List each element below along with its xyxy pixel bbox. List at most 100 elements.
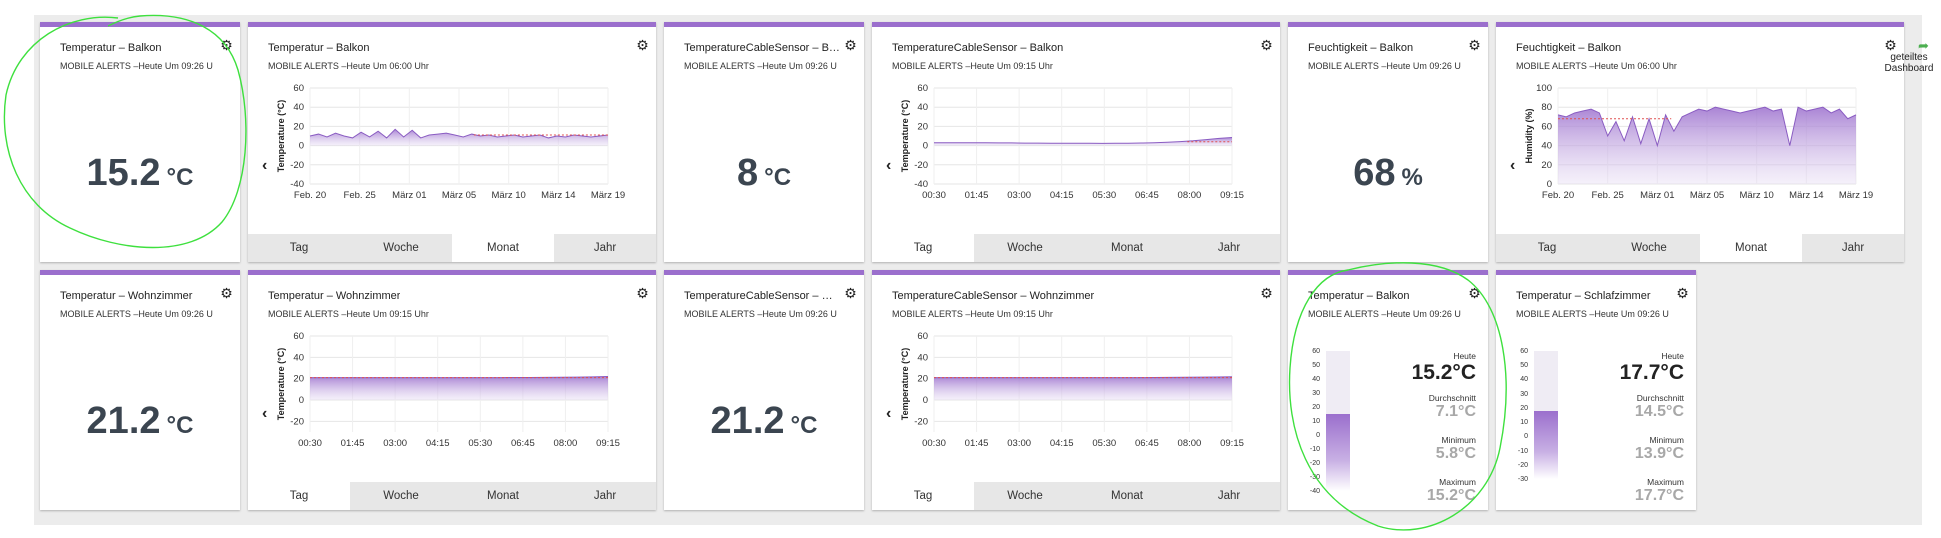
- x-tick-label: 09:15: [596, 438, 620, 449]
- tab-day[interactable]: Tag: [872, 234, 974, 262]
- gauge-tick-label: 50: [1312, 362, 1320, 369]
- tab-week[interactable]: Woche: [974, 482, 1076, 510]
- tab-year[interactable]: Jahr: [1178, 482, 1280, 510]
- current-value: 68%: [1288, 152, 1488, 195]
- stat-value: 15.2°C: [1426, 487, 1476, 504]
- tab-day[interactable]: Tag: [1496, 234, 1598, 262]
- gear-icon[interactable]: ⚙: [1675, 286, 1690, 301]
- y-tick-label: 20: [917, 121, 928, 132]
- card-gauge-schlaf[interactable]: Temperatur – Schlafzimmer MOBILE ALERTS …: [1496, 270, 1696, 510]
- card-title: TemperatureCableSensor – Wohnzimmer: [892, 290, 1095, 302]
- y-tick-label: 20: [917, 374, 928, 385]
- card-title: Temperatur – Balkon: [60, 42, 162, 54]
- gear-icon[interactable]: ⚙: [635, 286, 650, 301]
- tab-year[interactable]: Jahr: [1802, 234, 1904, 262]
- shared-dashboard-label-2: Dashboard: [1884, 63, 1934, 74]
- share-arrow-icon: ➦: [1918, 38, 1929, 53]
- shared-dashboard-label-1: geteiltes: [1890, 52, 1928, 63]
- stat-label: Minimum: [1441, 435, 1476, 445]
- card-hum-balkon-value[interactable]: Feuchtigkeit – Balkon MOBILE ALERTS –Heu…: [1288, 22, 1488, 262]
- x-tick-label: 05:30: [468, 438, 492, 449]
- tab-week[interactable]: Woche: [1598, 234, 1700, 262]
- stat-today: Heute 15.2°C: [1412, 351, 1476, 385]
- tab-month[interactable]: Monat: [452, 234, 554, 262]
- y-tick-label: 40: [917, 102, 928, 113]
- card-temp-balkon-chart[interactable]: Temperatur – Balkon MOBILE ALERTS –Heute…: [248, 22, 656, 262]
- tab-day[interactable]: Tag: [248, 234, 350, 262]
- tab-year[interactable]: Jahr: [554, 234, 656, 262]
- stat-value: 15.2°C: [1411, 361, 1476, 384]
- stat-minimum: Minimum 13.9°C: [1635, 435, 1684, 463]
- tab-month[interactable]: Monat: [1076, 234, 1178, 262]
- y-axis-label: Temperature (°C): [276, 100, 286, 172]
- range-tabs: Tag Woche Monat Jahr: [248, 234, 656, 262]
- y-tick-label: 40: [917, 352, 928, 363]
- stat-value: 5.8°C: [1435, 445, 1476, 462]
- x-tick-label: März 14: [1789, 190, 1823, 201]
- value-number: 8: [736, 152, 759, 194]
- x-tick-label: März 01: [392, 190, 426, 201]
- tab-year[interactable]: Jahr: [1178, 234, 1280, 262]
- gauge-tick-label: 0: [1524, 433, 1528, 441]
- card-cable-wohn-value[interactable]: TemperatureCableSensor – W… MOBILE ALERT…: [664, 270, 864, 510]
- card-subtitle: MOBILE ALERTS –Heute Um 09:26 U: [1516, 309, 1669, 319]
- gear-icon[interactable]: ⚙: [843, 38, 858, 53]
- range-tabs: Tag Woche Monat Jahr: [872, 482, 1280, 510]
- series-area: [310, 376, 608, 400]
- gear-icon[interactable]: ⚙: [1467, 38, 1482, 53]
- shared-dashboard-link[interactable]: ➦ geteiltes Dashboard: [1878, 38, 1940, 74]
- x-tick-label: Feb. 25: [1592, 190, 1624, 201]
- y-tick-label: 0: [1547, 179, 1552, 190]
- tab-month[interactable]: Monat: [452, 482, 554, 510]
- x-tick-label: 06:45: [1135, 190, 1159, 201]
- card-cable-balkon-value[interactable]: TemperatureCableSensor – B… MOBILE ALERT…: [664, 22, 864, 262]
- y-tick-label: 80: [1541, 102, 1552, 113]
- gear-icon[interactable]: ⚙: [1259, 286, 1274, 301]
- current-value: 8 °C: [664, 152, 864, 195]
- stat-average: Durchschnitt 7.1°C: [1429, 393, 1476, 421]
- card-temp-wohn-value[interactable]: Temperatur – Wohnzimmer MOBILE ALERTS –H…: [40, 270, 240, 510]
- y-tick-label: 60: [917, 83, 928, 94]
- value-unit: °C: [166, 164, 194, 191]
- gauge-tick-label: -40: [1309, 488, 1320, 495]
- gear-icon[interactable]: ⚙: [843, 286, 858, 301]
- value-unit: °C: [790, 412, 818, 439]
- x-tick-label: 08:00: [554, 438, 578, 449]
- card-cable-balkon-chart[interactable]: TemperatureCableSensor – Balkon MOBILE A…: [872, 22, 1280, 262]
- stat-maximum: Maximum 17.7°C: [1635, 477, 1684, 505]
- gear-icon[interactable]: ⚙: [1467, 286, 1482, 301]
- tab-month[interactable]: Monat: [1076, 482, 1178, 510]
- tab-day[interactable]: Tag: [872, 482, 974, 510]
- value-unit: °C: [764, 164, 792, 191]
- y-tick-label: 20: [1541, 160, 1552, 171]
- gauge-tick-label: 60: [1312, 348, 1320, 355]
- card-gauge-balkon[interactable]: Temperatur – Balkon MOBILE ALERTS –Heute…: [1288, 270, 1488, 510]
- gear-icon[interactable]: ⚙: [635, 38, 650, 53]
- tab-week[interactable]: Woche: [350, 234, 452, 262]
- card-title: Temperatur – Wohnzimmer: [268, 290, 401, 302]
- stat-label: Maximum: [1439, 477, 1476, 487]
- tab-week[interactable]: Woche: [974, 234, 1076, 262]
- tab-month[interactable]: Monat: [1700, 234, 1802, 262]
- y-tick-label: 60: [917, 331, 928, 342]
- y-tick-label: 40: [1541, 141, 1552, 152]
- stat-label: Maximum: [1647, 477, 1684, 487]
- tab-day[interactable]: Tag: [248, 482, 350, 510]
- stat-value: 17.7°C: [1619, 361, 1684, 384]
- card-temp-balkon-value[interactable]: Temperatur – Balkon MOBILE ALERTS –Heute…: [40, 22, 240, 262]
- y-tick-label: 60: [1541, 121, 1552, 132]
- card-cable-wohn-chart[interactable]: TemperatureCableSensor – Wohnzimmer MOBI…: [872, 270, 1280, 510]
- tab-week[interactable]: Woche: [350, 482, 452, 510]
- gear-icon[interactable]: ⚙: [219, 38, 234, 53]
- card-hum-balkon-chart[interactable]: Feuchtigkeit – Balkon MOBILE ALERTS –Heu…: [1496, 22, 1904, 262]
- gauge-tick-label: 30: [1312, 390, 1320, 397]
- y-tick-label: -40: [914, 179, 928, 190]
- x-tick-label: Feb. 25: [344, 190, 376, 201]
- tab-year[interactable]: Jahr: [554, 482, 656, 510]
- x-tick-label: 01:45: [965, 438, 989, 449]
- value-number: 68: [1353, 152, 1396, 194]
- gear-icon[interactable]: ⚙: [1259, 38, 1274, 53]
- current-value: 21.2 °C: [664, 400, 864, 443]
- card-temp-wohn-chart[interactable]: Temperatur – Wohnzimmer MOBILE ALERTS –H…: [248, 270, 656, 510]
- gear-icon[interactable]: ⚙: [219, 286, 234, 301]
